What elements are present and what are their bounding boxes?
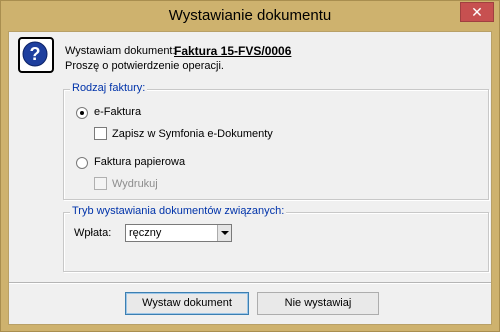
chevron-down-icon[interactable] [217, 225, 231, 241]
payment-mode-select[interactable]: ręczny [125, 224, 232, 242]
save-edocuments-checkbox[interactable] [94, 127, 107, 140]
invoice-type-group: Rodzaj faktury: e-Faktura Zapisz w Symfo… [63, 82, 489, 200]
window-title: Wystawianie dokumentu [168, 7, 332, 24]
document-number: Faktura 15-FVS/0006 [174, 44, 292, 58]
payment-mode-value: ręczny [129, 227, 162, 239]
efaktura-label[interactable]: e-Faktura [94, 106, 141, 118]
efaktura-radio[interactable] [76, 107, 88, 119]
invoice-type-legend: Rodzaj faktury: [70, 82, 148, 94]
paper-invoice-radio[interactable] [76, 157, 88, 169]
dialog-window: Wystawianie dokumentu ✕ ? Wystawiam doku… [0, 0, 500, 332]
title-bar[interactable]: Wystawianie dokumentu ✕ [1, 1, 499, 31]
paper-invoice-label[interactable]: Faktura papierowa [94, 156, 185, 168]
separator [9, 282, 491, 284]
confirm-text: Proszę o potwierdzenie operacji. [65, 60, 224, 72]
dialog-body: ? Wystawiam dokument: Faktura 15-FVS/000… [8, 31, 492, 325]
svg-text:?: ? [30, 44, 41, 64]
print-label: Wydrukuj [112, 178, 158, 190]
related-docs-legend: Tryb wystawiania dokumentów związanych: [70, 205, 287, 217]
payment-label: Wpłata: [74, 227, 112, 239]
question-icon: ? [18, 37, 54, 73]
document-label: Wystawiam dokument: [65, 45, 176, 57]
close-button[interactable]: ✕ [460, 2, 494, 22]
print-checkbox[interactable] [94, 177, 107, 190]
related-docs-group: Tryb wystawiania dokumentów związanych: [63, 205, 489, 272]
dont-issue-button[interactable]: Nie wystawiaj [257, 292, 379, 315]
issue-document-button[interactable]: Wystaw dokument [125, 292, 249, 315]
close-icon: ✕ [471, 4, 483, 20]
save-edocuments-label[interactable]: Zapisz w Symfonia e-Dokumenty [112, 128, 273, 140]
